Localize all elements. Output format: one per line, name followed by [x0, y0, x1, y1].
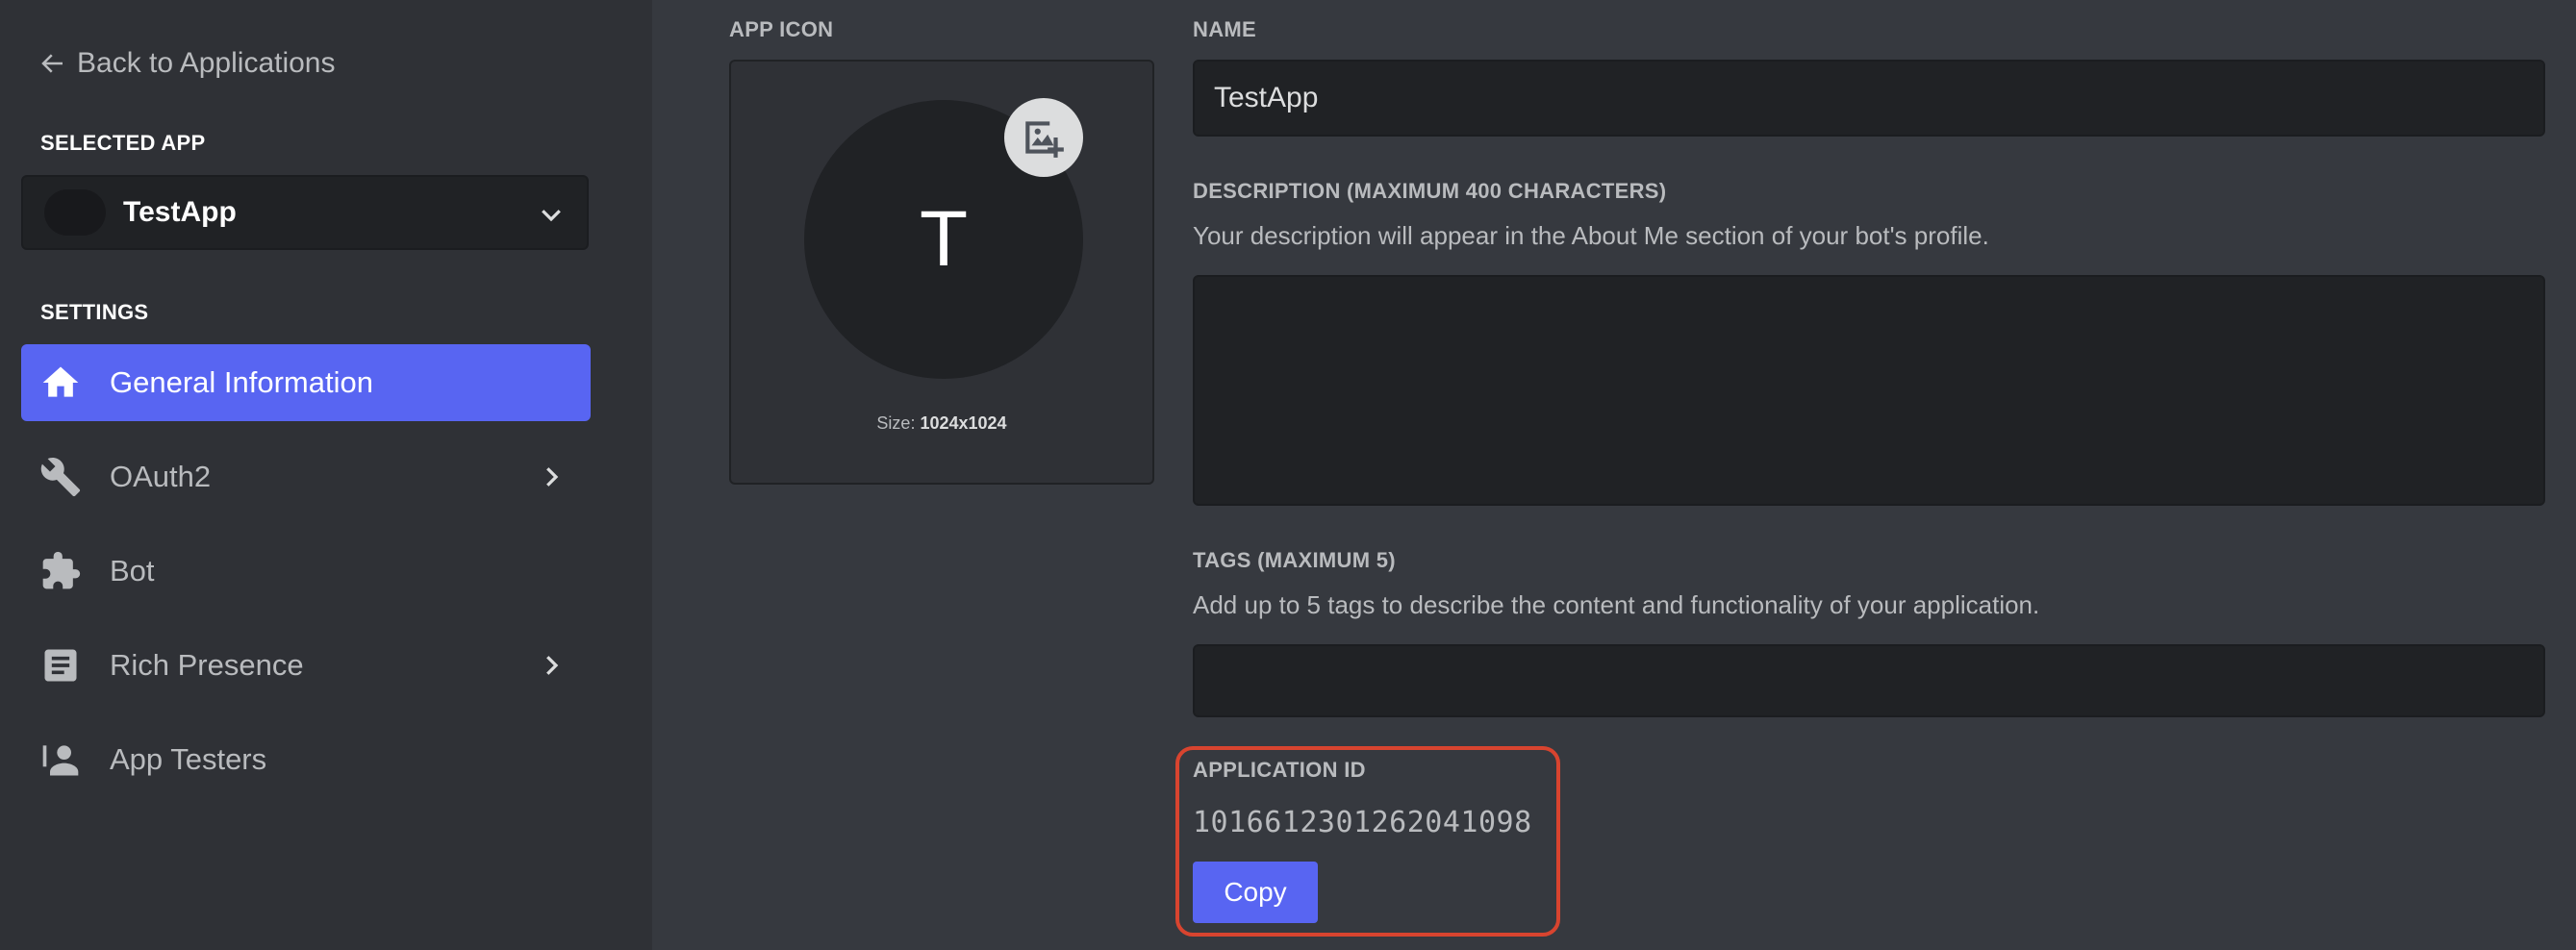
app-selector[interactable]: TestApp [21, 175, 589, 250]
person-icon [38, 738, 83, 782]
copy-button[interactable]: Copy [1193, 862, 1318, 923]
home-icon [38, 361, 83, 405]
app-icon-letter: T [919, 195, 969, 283]
app-icon-uploader[interactable]: T Size: 1024x1024 [729, 60, 1154, 485]
sidebar-item-label: General Information [110, 365, 373, 399]
add-image-icon [1025, 121, 1064, 158]
upload-image-button[interactable] [1004, 98, 1083, 177]
application-id-label: APPLICATION ID [1193, 758, 1366, 782]
size-prefix: Size: [876, 413, 921, 433]
tags-help-text: Add up to 5 tags to describe the content… [1193, 590, 2040, 619]
icon-size-note: Size: 1024x1024 [731, 413, 1152, 434]
size-value: 1024x1024 [920, 413, 1007, 433]
tags-label: TAGS (MAXIMUM 5) [1193, 548, 1396, 572]
tags-input[interactable] [1193, 644, 2545, 717]
sidebar-item-oauth2[interactable]: OAuth2 [21, 438, 591, 515]
description-textarea[interactable] [1193, 275, 2545, 506]
puzzle-icon [38, 549, 83, 593]
selected-app-heading: SELECTED APP [40, 131, 206, 155]
wrench-icon [38, 455, 83, 499]
app-selector-label: TestApp [123, 196, 237, 228]
application-id-value: 1016612301262041098 [1193, 806, 1532, 839]
sidebar-item-app-testers[interactable]: App Testers [21, 721, 591, 798]
sidebar-item-label: Rich Presence [110, 648, 304, 682]
name-field[interactable]: TestApp [1193, 60, 2545, 137]
chevron-right-icon [546, 467, 559, 487]
description-label: DESCRIPTION (MAXIMUM 400 CHARACTERS) [1193, 179, 1667, 203]
name-label: NAME [1193, 17, 1256, 41]
back-to-applications-link[interactable]: Back to Applications [38, 42, 336, 85]
sidebar-item-label: Bot [110, 554, 155, 588]
document-icon [38, 643, 83, 688]
chevron-down-icon [542, 210, 561, 222]
settings-heading: SETTINGS [40, 300, 149, 324]
app-icon-label: APP ICON [729, 17, 834, 41]
arrow-left-icon [41, 54, 63, 73]
chevron-right-icon [546, 656, 559, 675]
sidebar-item-bot[interactable]: Bot [21, 533, 591, 610]
sidebar-item-rich-presence[interactable]: Rich Presence [21, 627, 591, 704]
sidebar-item-label: App Testers [110, 742, 267, 776]
sidebar-item-label: OAuth2 [110, 460, 212, 493]
back-link-label: Back to Applications [77, 47, 336, 79]
app-avatar [44, 189, 106, 236]
name-field-value: TestApp [1214, 82, 1319, 113]
sidebar-item-general-information[interactable]: General Information [21, 344, 591, 421]
description-help-text: Your description will appear in the Abou… [1193, 221, 1989, 250]
sidebar: Back to Applications SELECTED APP TestAp… [0, 0, 652, 950]
